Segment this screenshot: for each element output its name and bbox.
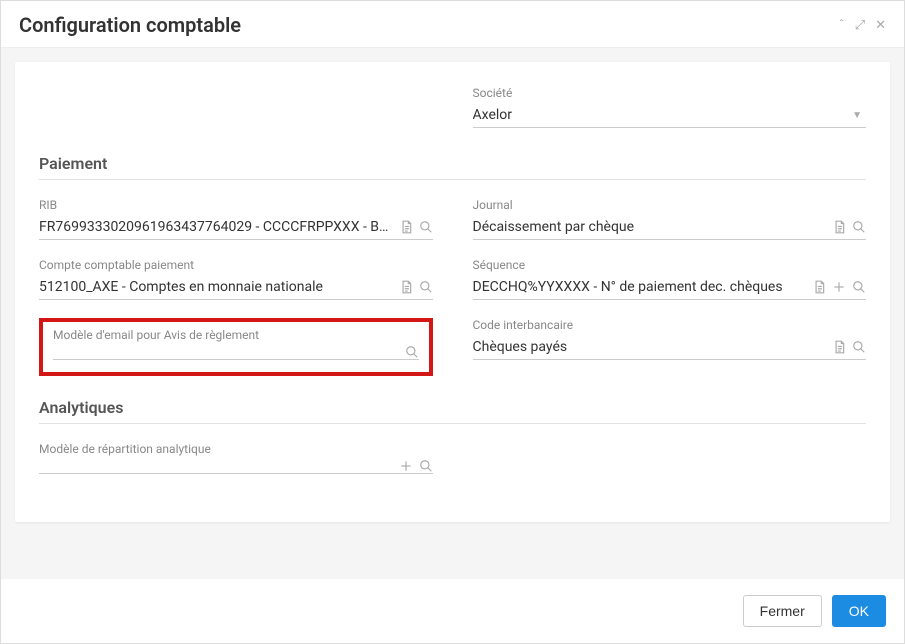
field-label: Journal bbox=[473, 198, 867, 212]
modal-dialog: Configuration comptable ˆ ⤢ ✕ Société Ax… bbox=[0, 0, 905, 644]
search-icon[interactable] bbox=[852, 280, 866, 294]
field-modele-repartition: Modèle de répartition analytique bbox=[39, 442, 433, 474]
search-icon[interactable] bbox=[419, 459, 433, 473]
field-label: RIB bbox=[39, 198, 433, 212]
field-societe: Société Axelor ▼ bbox=[473, 86, 867, 128]
chevron-down-icon[interactable]: ▼ bbox=[852, 110, 866, 121]
search-icon[interactable] bbox=[852, 220, 866, 234]
field-label: Société bbox=[473, 86, 867, 100]
doc-icon[interactable] bbox=[399, 280, 413, 294]
compte-paiement-input[interactable]: 512100_AXE - Comptes en monnaie national… bbox=[39, 275, 393, 299]
field-sequence: Séquence DECCHQ%YYXXXX - N° de paiement … bbox=[473, 258, 867, 300]
field-code-interbancaire: Code interbancaire Chèques payés bbox=[473, 318, 867, 360]
section-separator bbox=[39, 179, 866, 180]
sequence-input[interactable]: DECCHQ%YYXXXX - N° de paiement dec. chèq… bbox=[473, 275, 807, 299]
doc-icon[interactable] bbox=[832, 340, 846, 354]
rib-input[interactable]: FR7699333020961963437764029 - CCCCFRPPXX… bbox=[39, 215, 393, 239]
field-journal: Journal Décaissement par chèque bbox=[473, 198, 867, 240]
code-interbancaire-input[interactable]: Chèques payés bbox=[473, 335, 827, 359]
societe-select[interactable]: Axelor bbox=[473, 103, 853, 127]
modal-footer: Fermer OK bbox=[1, 579, 904, 643]
modele-email-avis-input[interactable] bbox=[53, 348, 399, 356]
modal-header-controls: ˆ ⤢ ✕ bbox=[839, 18, 886, 33]
close-icon[interactable]: ✕ bbox=[875, 18, 886, 33]
field-label: Séquence bbox=[473, 258, 867, 272]
section-title-analytiques: Analytiques bbox=[39, 398, 866, 417]
collapse-icon[interactable]: ˆ bbox=[839, 18, 845, 33]
field-label: Compte comptable paiement bbox=[39, 258, 433, 272]
modal-header: Configuration comptable ˆ ⤢ ✕ bbox=[1, 1, 904, 48]
section-separator bbox=[39, 423, 866, 424]
doc-icon[interactable] bbox=[812, 280, 826, 294]
form-card: Société Axelor ▼ Paiement RIB F bbox=[15, 62, 890, 522]
highlighted-field: Modèle d'email pour Avis de règlement bbox=[39, 318, 433, 376]
field-label: Modèle d'email pour Avis de règlement bbox=[53, 328, 419, 342]
field-label: Modèle de répartition analytique bbox=[39, 442, 433, 456]
doc-icon[interactable] bbox=[832, 220, 846, 234]
ok-button[interactable]: OK bbox=[832, 595, 886, 627]
plus-icon[interactable] bbox=[399, 459, 413, 473]
field-rib: RIB FR7699333020961963437764029 - CCCCFR… bbox=[39, 198, 433, 240]
expand-icon[interactable]: ⤢ bbox=[855, 18, 865, 33]
field-label: Code interbancaire bbox=[473, 318, 867, 332]
modal-body: Société Axelor ▼ Paiement RIB F bbox=[1, 48, 904, 579]
search-icon[interactable] bbox=[419, 220, 433, 234]
search-icon[interactable] bbox=[405, 345, 419, 359]
doc-icon[interactable] bbox=[399, 220, 413, 234]
field-compte-paiement: Compte comptable paiement 512100_AXE - C… bbox=[39, 258, 433, 300]
search-icon[interactable] bbox=[419, 280, 433, 294]
close-button[interactable]: Fermer bbox=[743, 595, 822, 627]
plus-icon[interactable] bbox=[832, 280, 846, 294]
modal-title: Configuration comptable bbox=[19, 13, 241, 37]
modele-repartition-input[interactable] bbox=[39, 462, 393, 470]
section-title-paiement: Paiement bbox=[39, 154, 866, 173]
search-icon[interactable] bbox=[852, 340, 866, 354]
field-modele-email-avis: Modèle d'email pour Avis de règlement bbox=[53, 328, 419, 360]
journal-input[interactable]: Décaissement par chèque bbox=[473, 215, 827, 239]
